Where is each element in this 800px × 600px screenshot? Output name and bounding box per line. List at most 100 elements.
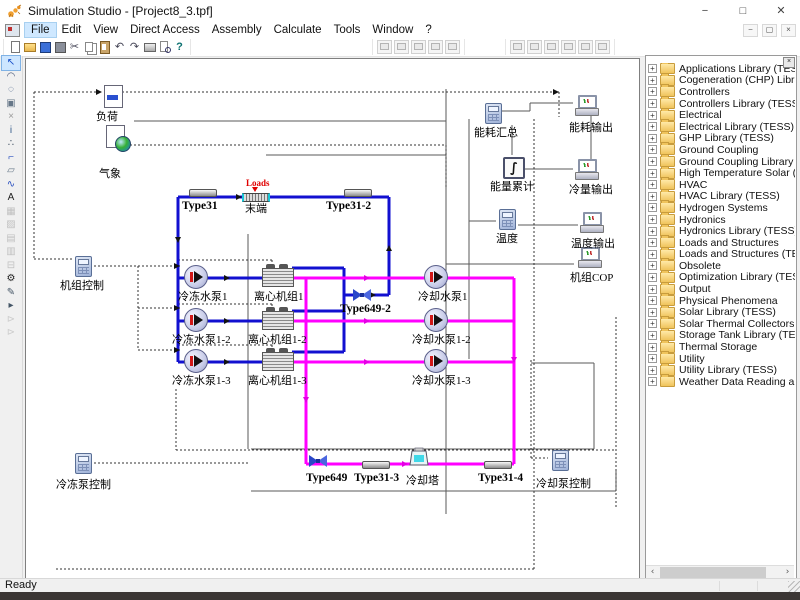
expand-plus-icon[interactable]: +	[648, 180, 657, 189]
library-tree-item[interactable]: + Hydronics Library (TESS)	[648, 225, 795, 237]
library-tree-item[interactable]: + Controllers Library (TESS)	[648, 98, 795, 110]
library-tree-item[interactable]: + High Temperature Solar (TESS)	[648, 167, 795, 179]
tool-overview[interactable]: ▣	[2, 97, 20, 111]
panel-horizontal-scrollbar[interactable]: ‹ ›	[646, 565, 794, 579]
library-tree-item[interactable]: + GHP Library (TESS)	[648, 133, 795, 145]
tool-flag-a[interactable]: ⊳	[2, 313, 20, 327]
expand-plus-icon[interactable]: +	[648, 366, 657, 375]
mdi-minimize-button[interactable]: −	[743, 24, 758, 37]
expand-plus-icon[interactable]: +	[648, 308, 657, 317]
temperature-output-icon[interactable]	[580, 212, 604, 232]
menu-item-calculate[interactable]: Calculate	[268, 23, 328, 37]
toolbar-save-workspace[interactable]	[53, 40, 66, 54]
library-tree-item[interactable]: + HVAC Library (TESS)	[648, 191, 795, 203]
toolbar-assembly-tree[interactable]	[377, 40, 392, 54]
expand-plus-icon[interactable]: +	[648, 122, 657, 131]
toolbar-assembly-pen[interactable]	[428, 40, 443, 54]
expand-plus-icon[interactable]: +	[648, 331, 657, 340]
library-tree-item[interactable]: + Physical Phenomena	[648, 295, 795, 307]
expand-plus-icon[interactable]: +	[648, 76, 657, 85]
minimize-button[interactable]: −	[686, 0, 724, 22]
expand-plus-icon[interactable]: +	[648, 64, 657, 73]
library-tree-item[interactable]: + Loads and Structures	[648, 237, 795, 249]
library-tree-item[interactable]: + Optimization Library (TESS)	[648, 272, 795, 284]
cooling-pump-1-icon[interactable]	[424, 265, 448, 289]
tool-flag-b[interactable]: ⊳	[2, 326, 20, 340]
library-tree-item[interactable]: + Ground Coupling	[648, 144, 795, 156]
library-tree-item[interactable]: + Electrical Library (TESS)	[648, 121, 795, 133]
toolbar-da-export[interactable]	[595, 40, 610, 54]
expand-plus-icon[interactable]: +	[648, 99, 657, 108]
library-tree-item[interactable]: + Hydronics	[648, 214, 795, 226]
energy-output-icon[interactable]	[575, 95, 599, 115]
expand-plus-icon[interactable]: +	[648, 296, 657, 305]
library-tree-item[interactable]: + Storage Tank Library (TESS)	[648, 330, 795, 342]
pipe-type31-4-icon[interactable]	[484, 461, 512, 469]
tool-connect[interactable]: ∴	[2, 137, 20, 151]
chilled-pump-1-icon[interactable]	[184, 265, 208, 289]
library-tree-item[interactable]: + Applications Library (TESS)	[648, 63, 795, 75]
expand-plus-icon[interactable]: +	[648, 134, 657, 143]
expand-plus-icon[interactable]: +	[648, 169, 657, 178]
library-tree-item[interactable]: + Hydrogen Systems	[648, 202, 795, 214]
tool-wrench[interactable]: ⌐	[2, 151, 20, 165]
tool-layers-a[interactable]: ▤	[2, 232, 20, 246]
chilled-pump-2-icon[interactable]	[184, 308, 208, 332]
tool-layers-b[interactable]: ▥	[2, 245, 20, 259]
close-button[interactable]: ✕	[762, 0, 800, 22]
library-tree-item[interactable]: + Thermal Storage	[648, 341, 795, 353]
library-tree-item[interactable]: + Electrical	[648, 109, 795, 121]
tool-grid-b[interactable]: ▨	[2, 218, 20, 232]
tool-zoom[interactable]: ◌	[2, 83, 20, 97]
maximize-button[interactable]: □	[724, 0, 762, 22]
menu-item-tools[interactable]: Tools	[328, 23, 367, 37]
toolbar-redo[interactable]: ↷	[128, 40, 141, 54]
menu-item-assembly[interactable]: Assembly	[206, 23, 268, 37]
expand-plus-icon[interactable]: +	[648, 285, 657, 294]
toolbar-open[interactable]	[23, 40, 36, 54]
expand-plus-icon[interactable]: +	[648, 261, 657, 270]
diverter-type649-2-icon[interactable]	[352, 287, 372, 303]
tool-pan[interactable]: ◠	[2, 70, 20, 84]
expand-plus-icon[interactable]: +	[648, 111, 657, 120]
expand-plus-icon[interactable]: +	[648, 87, 657, 96]
expand-plus-icon[interactable]: +	[648, 238, 657, 247]
temperature-calc-icon[interactable]	[499, 209, 516, 230]
toolbar-save[interactable]	[38, 40, 51, 54]
unit-control-icon[interactable]	[75, 256, 92, 277]
tool-stamp[interactable]: ▱	[2, 164, 20, 178]
chiller-1-icon[interactable]	[262, 268, 294, 287]
toolbar-undo[interactable]: ↶	[113, 40, 126, 54]
menu-item-window[interactable]: Window	[366, 23, 419, 37]
toolbar-print-preview[interactable]	[158, 40, 171, 54]
toolbar-print[interactable]	[143, 40, 156, 54]
tool-draw[interactable]: ✎	[2, 286, 20, 300]
tool-info[interactable]: i	[2, 124, 20, 138]
library-tree-item[interactable]: + Output	[648, 283, 795, 295]
menu-item-edit[interactable]: Edit	[56, 23, 88, 37]
mdi-restore-button[interactable]: ▢	[762, 24, 777, 37]
expand-plus-icon[interactable]: +	[648, 157, 657, 166]
tool-settings[interactable]: ⚙	[2, 272, 20, 286]
toolbar-help[interactable]: ?	[173, 40, 186, 54]
tool-delete[interactable]: ×	[2, 110, 20, 124]
toolbar-copy[interactable]	[83, 40, 96, 54]
cooling-pump-control-icon[interactable]	[552, 450, 569, 471]
tool-grid-a[interactable]: ▦	[2, 205, 20, 219]
expand-plus-icon[interactable]: +	[648, 203, 657, 212]
toolbar-new[interactable]	[8, 40, 21, 54]
tool-text[interactable]: A	[2, 191, 20, 205]
pipe-type31-3-icon[interactable]	[362, 461, 390, 469]
tool-run[interactable]: ▸	[2, 299, 20, 313]
cooling-output-icon[interactable]	[575, 159, 599, 179]
toolbar-da-files[interactable]	[561, 40, 576, 54]
library-tree-item[interactable]: + Obsolete	[648, 260, 795, 272]
toolbar-assembly-links[interactable]	[445, 40, 460, 54]
project-icon[interactable]	[5, 24, 20, 37]
pipe-type31-2-icon[interactable]	[344, 189, 372, 197]
toolbar-paste[interactable]	[98, 40, 111, 54]
expand-plus-icon[interactable]: +	[648, 377, 657, 386]
toolbar-assembly-table[interactable]	[411, 40, 426, 54]
toolbar-da-input[interactable]	[510, 40, 525, 54]
expand-plus-icon[interactable]: +	[648, 227, 657, 236]
